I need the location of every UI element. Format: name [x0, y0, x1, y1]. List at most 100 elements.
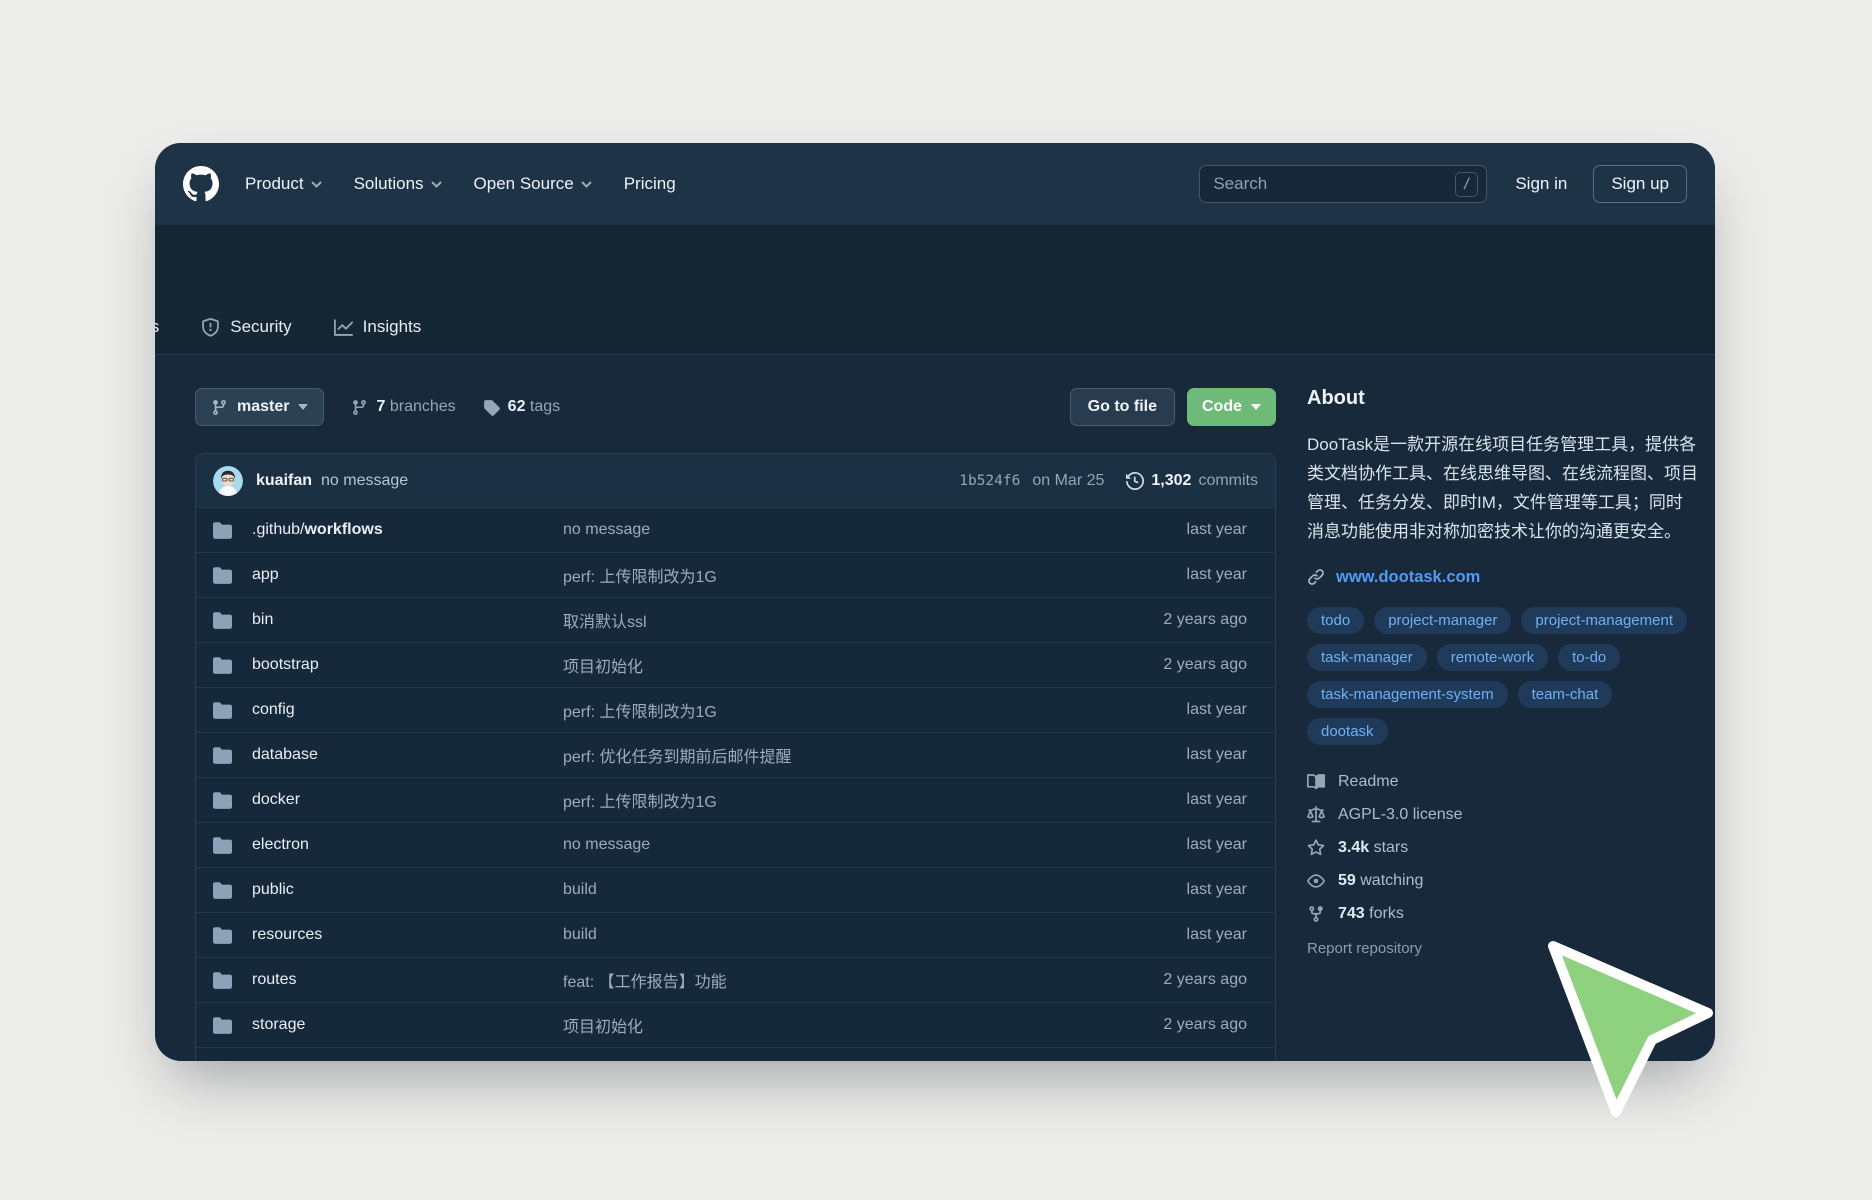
- commit-message-link[interactable]: 项目初始化: [563, 653, 1143, 677]
- commits-history-link[interactable]: 1,302 commits: [1126, 472, 1258, 490]
- file-table: kuaifan no message 1b524f6 on Mar 25 1,3…: [195, 453, 1276, 1061]
- cursor-arrow: [1510, 900, 1750, 1140]
- file-name-link[interactable]: docker: [252, 791, 300, 809]
- about-meta-readme[interactable]: Readme: [1307, 773, 1699, 791]
- file-name-link[interactable]: .github/workflows: [252, 521, 383, 539]
- commit-message[interactable]: no message: [321, 472, 408, 490]
- table-row: config perf: 上传限制改为1G last year: [196, 687, 1275, 732]
- topic-tag[interactable]: task-manager: [1307, 644, 1427, 671]
- file-name-link[interactable]: bin: [252, 611, 273, 629]
- commit-date: last year: [1187, 791, 1247, 809]
- folder-icon: [213, 611, 232, 630]
- repo-content: master 7 branches 62 tags Go to file Cod…: [155, 355, 1715, 1061]
- commit-date: last year: [1187, 566, 1247, 584]
- commit-sha-link[interactable]: 1b524f6: [959, 473, 1020, 489]
- nav-link-pricing[interactable]: Pricing: [624, 174, 676, 194]
- branches-link[interactable]: 7 branches: [351, 398, 455, 416]
- file-name-link[interactable]: config: [252, 701, 295, 719]
- tab-security-label: Security: [230, 317, 291, 337]
- commit-message-link[interactable]: no message: [563, 836, 1167, 854]
- fork-icon: [1307, 905, 1325, 923]
- folder-icon: [213, 881, 232, 900]
- commit-date: 2 years ago: [1163, 1016, 1247, 1034]
- go-to-file-button[interactable]: Go to file: [1070, 388, 1175, 426]
- nav-link-product[interactable]: Product: [245, 174, 322, 194]
- branch-selector-button[interactable]: master: [195, 388, 324, 426]
- about-meta-watching[interactable]: 59 watching: [1307, 872, 1699, 890]
- folder-icon: [213, 926, 232, 945]
- commit-message-link[interactable]: build: [563, 926, 1167, 944]
- commit-message-link[interactable]: build: [563, 881, 1167, 899]
- table-row: resources build last year: [196, 912, 1275, 957]
- file-name-link[interactable]: electron: [252, 836, 309, 854]
- commit-message-link[interactable]: 取消默认ssl: [563, 608, 1143, 632]
- sign-in-link[interactable]: Sign in: [1515, 174, 1567, 194]
- folder-icon: [213, 1061, 232, 1062]
- repo-tabs: ts Security Insights: [155, 317, 421, 354]
- about-meta-stars[interactable]: 3.4k stars: [1307, 839, 1699, 857]
- file-name-link[interactable]: app: [252, 566, 279, 584]
- table-row: storage 项目初始化 2 years ago: [196, 1002, 1275, 1047]
- website-link[interactable]: www.dootask.com: [1336, 568, 1480, 587]
- topic-tag[interactable]: to-do: [1558, 644, 1620, 671]
- topic-tag[interactable]: todo: [1307, 607, 1364, 634]
- table-row: bin 取消默认ssl 2 years ago: [196, 597, 1275, 642]
- topic-tag[interactable]: team-chat: [1518, 681, 1613, 708]
- commit-date: on Mar 25: [1032, 472, 1104, 490]
- topic-tag[interactable]: task-management-system: [1307, 681, 1508, 708]
- topic-tag[interactable]: project-management: [1521, 607, 1687, 634]
- topic-tag[interactable]: remote-work: [1437, 644, 1548, 671]
- folder-icon: [213, 836, 232, 855]
- search-placeholder: Search: [1213, 174, 1455, 194]
- nav-link-solutions[interactable]: Solutions: [354, 174, 442, 194]
- commit-message-link[interactable]: perf: 上传限制改为1G: [563, 788, 1167, 812]
- commit-date: last year: [1187, 881, 1247, 899]
- topics-list: todo project-manager project-management …: [1307, 607, 1699, 745]
- commit-message-link[interactable]: no message: [563, 521, 1167, 539]
- commit-date: last year: [1187, 521, 1247, 539]
- file-name-link[interactable]: bootstrap: [252, 656, 319, 674]
- tags-link[interactable]: 62 tags: [483, 398, 561, 416]
- sign-up-button[interactable]: Sign up: [1593, 165, 1687, 203]
- file-name-link[interactable]: public: [252, 881, 294, 899]
- branch-toolbar: master 7 branches 62 tags Go to file Cod…: [195, 388, 1276, 426]
- tab-insights[interactable]: Insights: [334, 317, 422, 337]
- about-sidebar: About DooTask是一款开源在线项目任务管理工具，提供各类文档协作工具、…: [1307, 387, 1699, 957]
- commit-date: 2 years ago: [1163, 971, 1247, 989]
- website-row[interactable]: www.dootask.com: [1307, 568, 1699, 587]
- commit-message-link[interactable]: feat: 【工作报告】功能: [563, 968, 1143, 992]
- github-logo-icon[interactable]: [183, 166, 219, 202]
- commit-message-link[interactable]: perf: 优化任务到期前后邮件提醒: [563, 743, 1167, 767]
- star-icon: [1307, 839, 1325, 857]
- chevron-down-icon: [298, 404, 308, 410]
- code-button[interactable]: Code: [1187, 388, 1276, 426]
- search-input[interactable]: Search /: [1199, 165, 1487, 203]
- file-name-link[interactable]: storage: [252, 1016, 305, 1034]
- github-repo-window: Product Solutions Open Source Pricing Se…: [155, 143, 1715, 1061]
- chevron-down-icon: [1251, 404, 1261, 410]
- commit-message-link[interactable]: perf: 上传限制改为1G: [563, 563, 1167, 587]
- avatar[interactable]: [213, 466, 243, 496]
- law-icon: [1307, 806, 1325, 824]
- nav-link-open-source[interactable]: Open Source: [474, 174, 592, 194]
- folder-icon: [213, 746, 232, 765]
- tab-security[interactable]: Security: [201, 317, 291, 337]
- table-row: electron no message last year: [196, 822, 1275, 867]
- table-row: docker perf: 上传限制改为1G last year: [196, 777, 1275, 822]
- file-name-link[interactable]: resources: [252, 926, 322, 944]
- commit-author-link[interactable]: kuaifan: [256, 472, 312, 490]
- folder-icon: [213, 701, 232, 720]
- topic-tag[interactable]: dootask: [1307, 718, 1388, 745]
- about-meta-agpl-3-0-license[interactable]: AGPL-3.0 license: [1307, 806, 1699, 824]
- eye-icon: [1307, 872, 1325, 890]
- topic-tag[interactable]: project-manager: [1374, 607, 1511, 634]
- folder-icon: [213, 656, 232, 675]
- commit-message-link[interactable]: perf: 上传限制改为1G: [563, 698, 1167, 722]
- commit-date: last year: [1187, 926, 1247, 944]
- file-name-link[interactable]: database: [252, 746, 318, 764]
- tab-clipped[interactable]: ts: [155, 317, 159, 337]
- commit-message-link[interactable]: 项目初始化: [563, 1013, 1143, 1037]
- folder-icon: [213, 1016, 232, 1035]
- table-row: public build last year: [196, 867, 1275, 912]
- file-name-link[interactable]: routes: [252, 971, 296, 989]
